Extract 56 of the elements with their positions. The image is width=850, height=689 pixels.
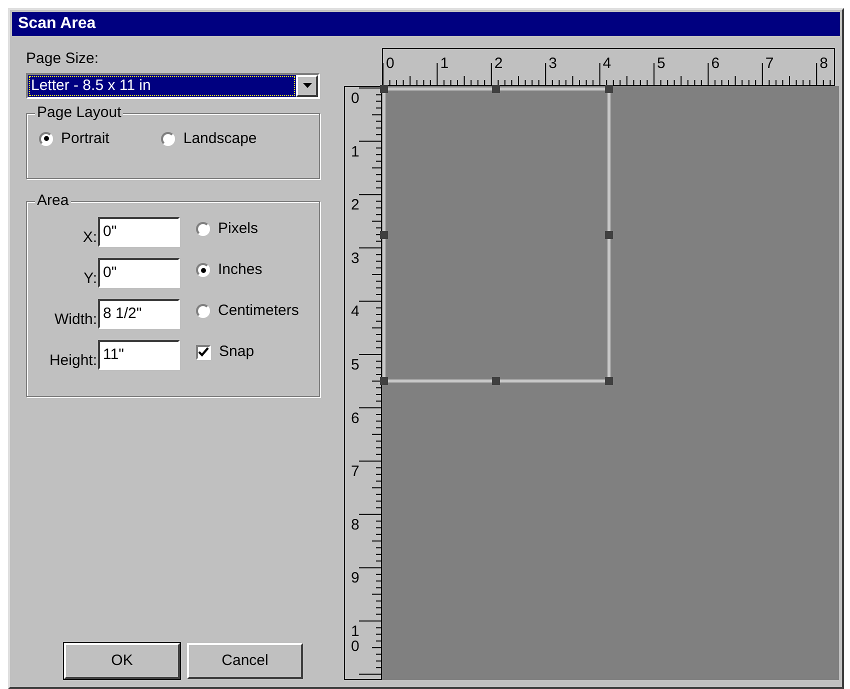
dialog-button[interactable]: Cancel — [187, 643, 303, 679]
window-title: Scan Area — [12, 12, 840, 36]
input-field[interactable]: 8 1/2" — [98, 298, 180, 328]
input-field[interactable]: 11" — [98, 340, 180, 370]
ruler-label: 0 — [351, 90, 360, 107]
resize-handle[interactable] — [605, 231, 613, 239]
ruler-label: 1 — [440, 55, 449, 72]
dropdown-arrow-icon — [302, 83, 312, 88]
ruler-label: 2 — [494, 55, 503, 72]
radio-label[interactable]: Landscape — [183, 128, 257, 150]
radio-button[interactable] — [196, 304, 210, 318]
dialog-button[interactable]: OK — [64, 643, 180, 679]
radio-label[interactable]: Centimeters — [218, 300, 299, 322]
ruler-label: 3 — [351, 250, 360, 267]
resize-handle[interactable] — [380, 377, 388, 385]
radio-label[interactable]: Portrait — [61, 128, 110, 150]
radio-label[interactable]: Pixels — [218, 218, 258, 240]
ruler-label: 2 — [351, 196, 360, 214]
ruler-label: 9 — [351, 570, 360, 587]
resize-handle[interactable] — [605, 377, 613, 385]
radio-label[interactable]: Inches — [218, 259, 262, 282]
page-size-dropdown[interactable]: Letter - 8.5 x 11 in — [26, 72, 320, 98]
radio-button[interactable] — [39, 132, 53, 146]
ruler-label: 8 — [820, 55, 828, 72]
field-label: Height: — [48, 352, 98, 370]
ruler-label: 7 — [765, 55, 774, 72]
resize-handle[interactable] — [380, 231, 388, 239]
checkbox-label[interactable]: Snap — [219, 341, 254, 364]
resize-handle[interactable] — [605, 85, 613, 93]
ruler-label: 6 — [711, 55, 720, 72]
resize-handle[interactable] — [492, 377, 500, 385]
ruler-label: 6 — [351, 410, 360, 427]
ruler-label: 5 — [351, 356, 360, 374]
ruler-label: 8 — [351, 516, 360, 534]
radio-button[interactable] — [196, 222, 210, 236]
group-title: Page Layout — [35, 104, 124, 122]
ruler-label: 1 — [351, 143, 360, 160]
input-field[interactable]: 0" — [98, 258, 180, 288]
input-field[interactable]: 0" — [98, 216, 180, 246]
ruler-label: 10 — [351, 623, 360, 655]
ruler-label: 4 — [602, 55, 612, 72]
resize-handle[interactable] — [492, 85, 500, 93]
field-label: Page Size: — [26, 49, 100, 69]
field-label: Y: — [82, 270, 98, 288]
ruler-label: 4 — [351, 303, 360, 320]
field-label: Width: — [53, 310, 98, 328]
checkbox[interactable] — [196, 344, 211, 360]
field-label: X: — [82, 228, 98, 246]
radio-button[interactable] — [161, 132, 176, 146]
resize-handle[interactable] — [380, 85, 388, 93]
radio-button[interactable] — [196, 263, 210, 278]
ruler-label: 0 — [386, 55, 394, 72]
scan-area-frame[interactable] — [382, 88, 610, 382]
ruler-label: 3 — [548, 55, 557, 72]
ruler-label: 7 — [351, 463, 360, 480]
ruler-label: 5 — [657, 55, 666, 72]
